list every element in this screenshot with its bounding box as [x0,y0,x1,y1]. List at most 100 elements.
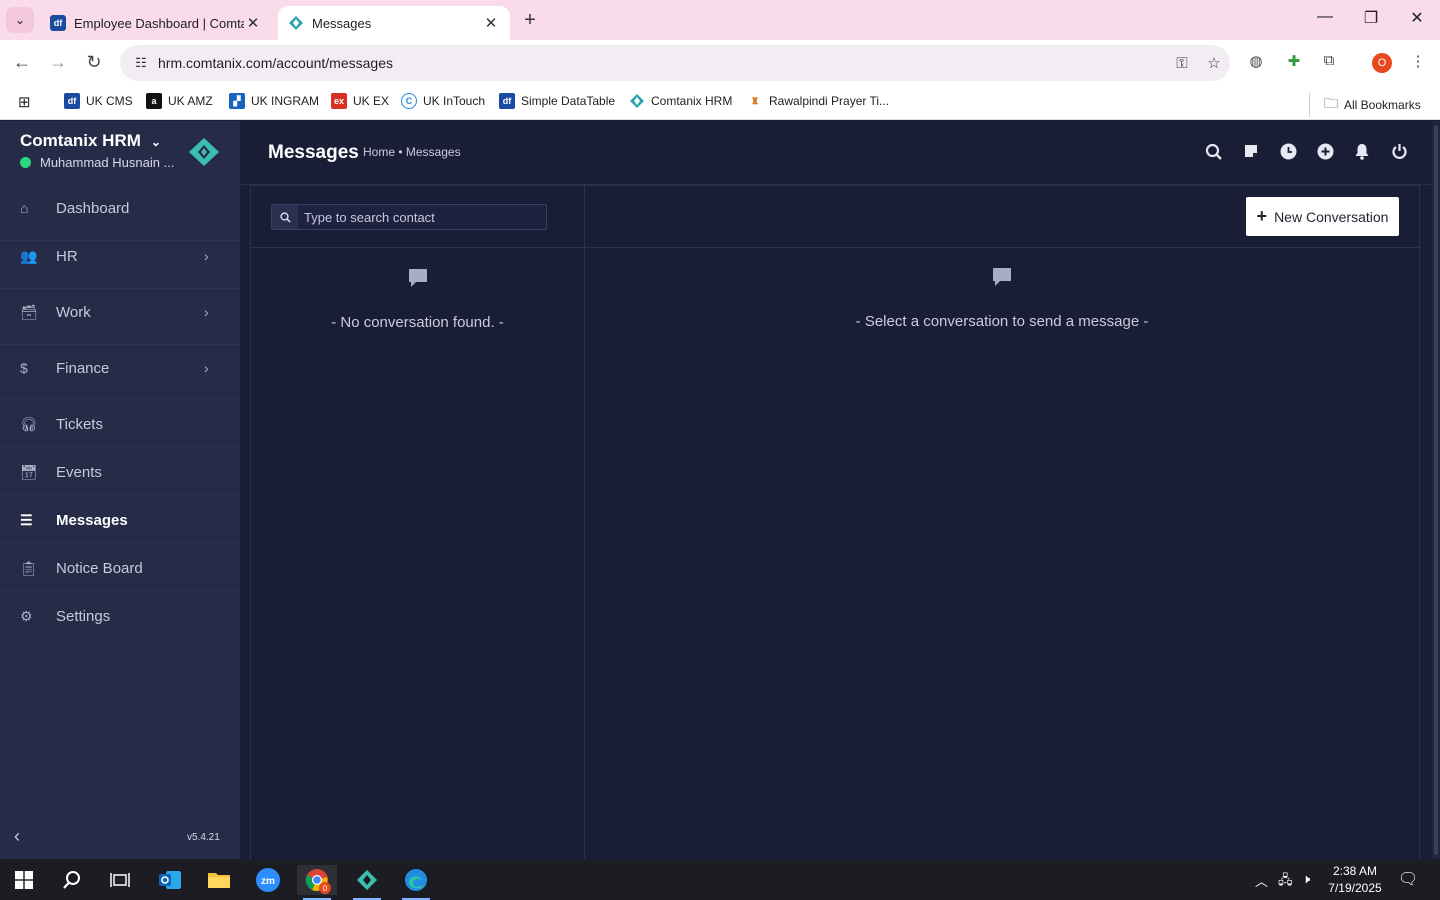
comtanix-icon [288,15,304,31]
bookmark-uk-amz[interactable]: a UK AMZ [146,93,213,109]
notifications-icon[interactable]: 🗨︎ [1398,869,1418,889]
browser-toolbar: ← → ↻ ☷ hrm.comtanix.com/account/message… [0,40,1440,86]
outlook-icon[interactable] [150,865,190,895]
task-view-icon[interactable] [100,865,140,895]
bookmark-rawalpindi-prayer[interactable]: ♜ Rawalpindi Prayer Ti... [747,93,889,109]
new-conversation-button[interactable]: + New Conversation [1246,197,1399,236]
all-bookmarks-label: All Bookmarks [1344,98,1421,112]
df-icon: df [50,15,66,31]
tab-search-button[interactable]: ⌄ [6,7,34,33]
bookmark-simple-datatable[interactable]: df Simple DataTable [499,93,615,109]
network-icon[interactable]: 🖧︎ [1278,871,1293,893]
close-icon[interactable]: ✕ [482,14,500,32]
message-icon: ☰ [20,511,33,528]
collapse-sidebar-icon[interactable]: ‹ [14,826,20,847]
search-icon[interactable] [52,865,92,895]
back-button[interactable]: ← [10,52,34,73]
sidebar-item-events[interactable]: 📅︎ Events [0,448,240,496]
volume-muted-icon[interactable]: 🕨︎ [1302,871,1310,887]
show-hidden-icons[interactable]: ︿ [1255,871,1268,890]
chevron-right-icon: › [204,304,209,320]
amazon-icon: a [146,93,162,109]
df-icon: df [499,93,515,109]
browser-tab-bar: ⌄ df Employee Dashboard | Comtanix ✕ Mes… [0,0,1440,40]
file-explorer-icon[interactable] [199,865,239,895]
password-key-icon[interactable]: ⚿ [1166,55,1198,72]
bookmark-uk-ingram[interactable]: ▞ UK INGRAM [229,93,319,109]
clock-date: 7/19/2025 [1328,881,1382,895]
address-bar[interactable]: ☷ hrm.comtanix.com/account/messages ⚿ ☆ [120,45,1230,81]
breadcrumb[interactable]: Home • Messages [363,145,461,159]
profile-avatar[interactable]: O [1372,53,1392,73]
search-contact-input[interactable] [298,209,538,225]
sidebar-item-dashboard[interactable]: ⌂ Dashboard [0,184,240,232]
sidebar-item-tickets[interactable]: 🎧︎ Tickets [0,400,240,448]
comtanix-logo-icon[interactable] [188,137,220,167]
comtanix-app-icon[interactable] [347,865,387,900]
tab-title: Employee Dashboard | Comtanix [74,15,244,31]
page-title: Messages [268,142,359,163]
notification-bell-icon[interactable] [1351,143,1373,163]
conversation-header: + New Conversation [585,186,1419,248]
minimize-button[interactable]: — [1310,8,1340,26]
restore-button[interactable]: ❐ [1356,8,1386,28]
reload-button[interactable]: ↻ [82,52,106,73]
search-icon[interactable] [1203,143,1225,163]
clock-icon[interactable] [1277,143,1299,163]
headset-icon: 🎧︎ [20,415,38,432]
contact-search[interactable] [271,204,547,230]
forward-button[interactable]: → [46,52,70,73]
home-icon: ⌂ [20,200,29,216]
sidebar-item-notice-board[interactable]: 📋︎ Notice Board [0,544,240,592]
bookmark-star-icon[interactable]: ☆ [1198,54,1230,72]
bookmark-uk-cms[interactable]: df UK CMS [64,93,133,109]
add-circle-icon[interactable] [1314,143,1336,163]
sidebar-item-settings[interactable]: ⚙ Settings [0,592,240,640]
ex-icon: ex [331,93,347,109]
sidebar-item-finance[interactable]: $ Finance › [0,344,240,392]
apps-grid-icon[interactable]: ⊞ [18,93,31,111]
chat-bubble-icon [409,269,427,287]
bookmark-label: Simple DataTable [521,94,616,108]
windows-taskbar: zm 0 ︿ 🖧︎ 🕨︎ 2:38 AM 7/19/2025 🗨︎ [0,859,1440,900]
browser-menu-icon[interactable]: ⋮ [1406,52,1430,70]
bookmark-label: Rawalpindi Prayer Ti... [769,94,890,108]
power-icon[interactable] [1388,143,1410,163]
app-header: Messages Home • Messages [240,121,1432,185]
sidebar-item-work[interactable]: 🗃 Work › [0,288,240,336]
sidebar-item-hr[interactable]: 👥 HR › [0,232,240,280]
bookmark-comtanix-hrm[interactable]: Comtanix HRM [629,93,732,109]
extension-plus-icon[interactable]: ✚ [1282,52,1306,70]
windows-start-icon[interactable] [4,865,44,895]
tab-employee-dashboard[interactable]: df Employee Dashboard | Comtanix ✕ [40,6,272,40]
intouch-icon: C [401,93,417,109]
chrome-icon[interactable]: 0 [297,865,337,900]
bookmark-uk-intouch[interactable]: C UK InTouch [401,93,485,109]
all-bookmarks[interactable]: 🗀 All Bookmarks [1309,93,1421,117]
system-clock[interactable]: 2:38 AM 7/19/2025 [1322,863,1388,897]
extensions-puzzle-icon[interactable]: ⧉ [1317,52,1341,69]
page-scrollbar[interactable] [1432,121,1440,859]
sidebar-item-label: Finance [56,359,110,377]
bookmark-label: UK EX [353,94,390,108]
url-text[interactable]: hrm.comtanix.com/account/messages [158,55,1166,71]
sidebar-item-label: Events [56,463,102,481]
zoom-icon[interactable]: zm [248,865,288,895]
sidebar-item-messages[interactable]: ☰ Messages [0,496,240,544]
bookmark-label: UK INGRAM [251,94,320,108]
brand-switcher[interactable]: Comtanix HRM ⌄ [20,131,161,151]
edge-icon[interactable] [396,865,436,900]
close-window-button[interactable]: ✕ [1402,8,1432,28]
tab-messages[interactable]: Messages ✕ [278,6,510,40]
calendar-icon: 📅︎ [20,463,38,480]
site-info-icon[interactable]: ☷ [126,55,156,71]
no-conversation-text: - No conversation found. - [331,314,504,331]
ingram-icon: ▞ [229,93,245,109]
close-icon[interactable]: ✕ [244,14,262,32]
translate-icon[interactable]: ◍ [1244,52,1268,70]
bookmark-uk-ex[interactable]: ex UK EX [331,93,389,109]
chevron-right-icon: › [204,360,209,376]
sticky-note-icon[interactable] [1240,143,1262,163]
briefcase-icon: 🗃 [20,303,38,320]
new-tab-button[interactable]: + [518,9,542,32]
